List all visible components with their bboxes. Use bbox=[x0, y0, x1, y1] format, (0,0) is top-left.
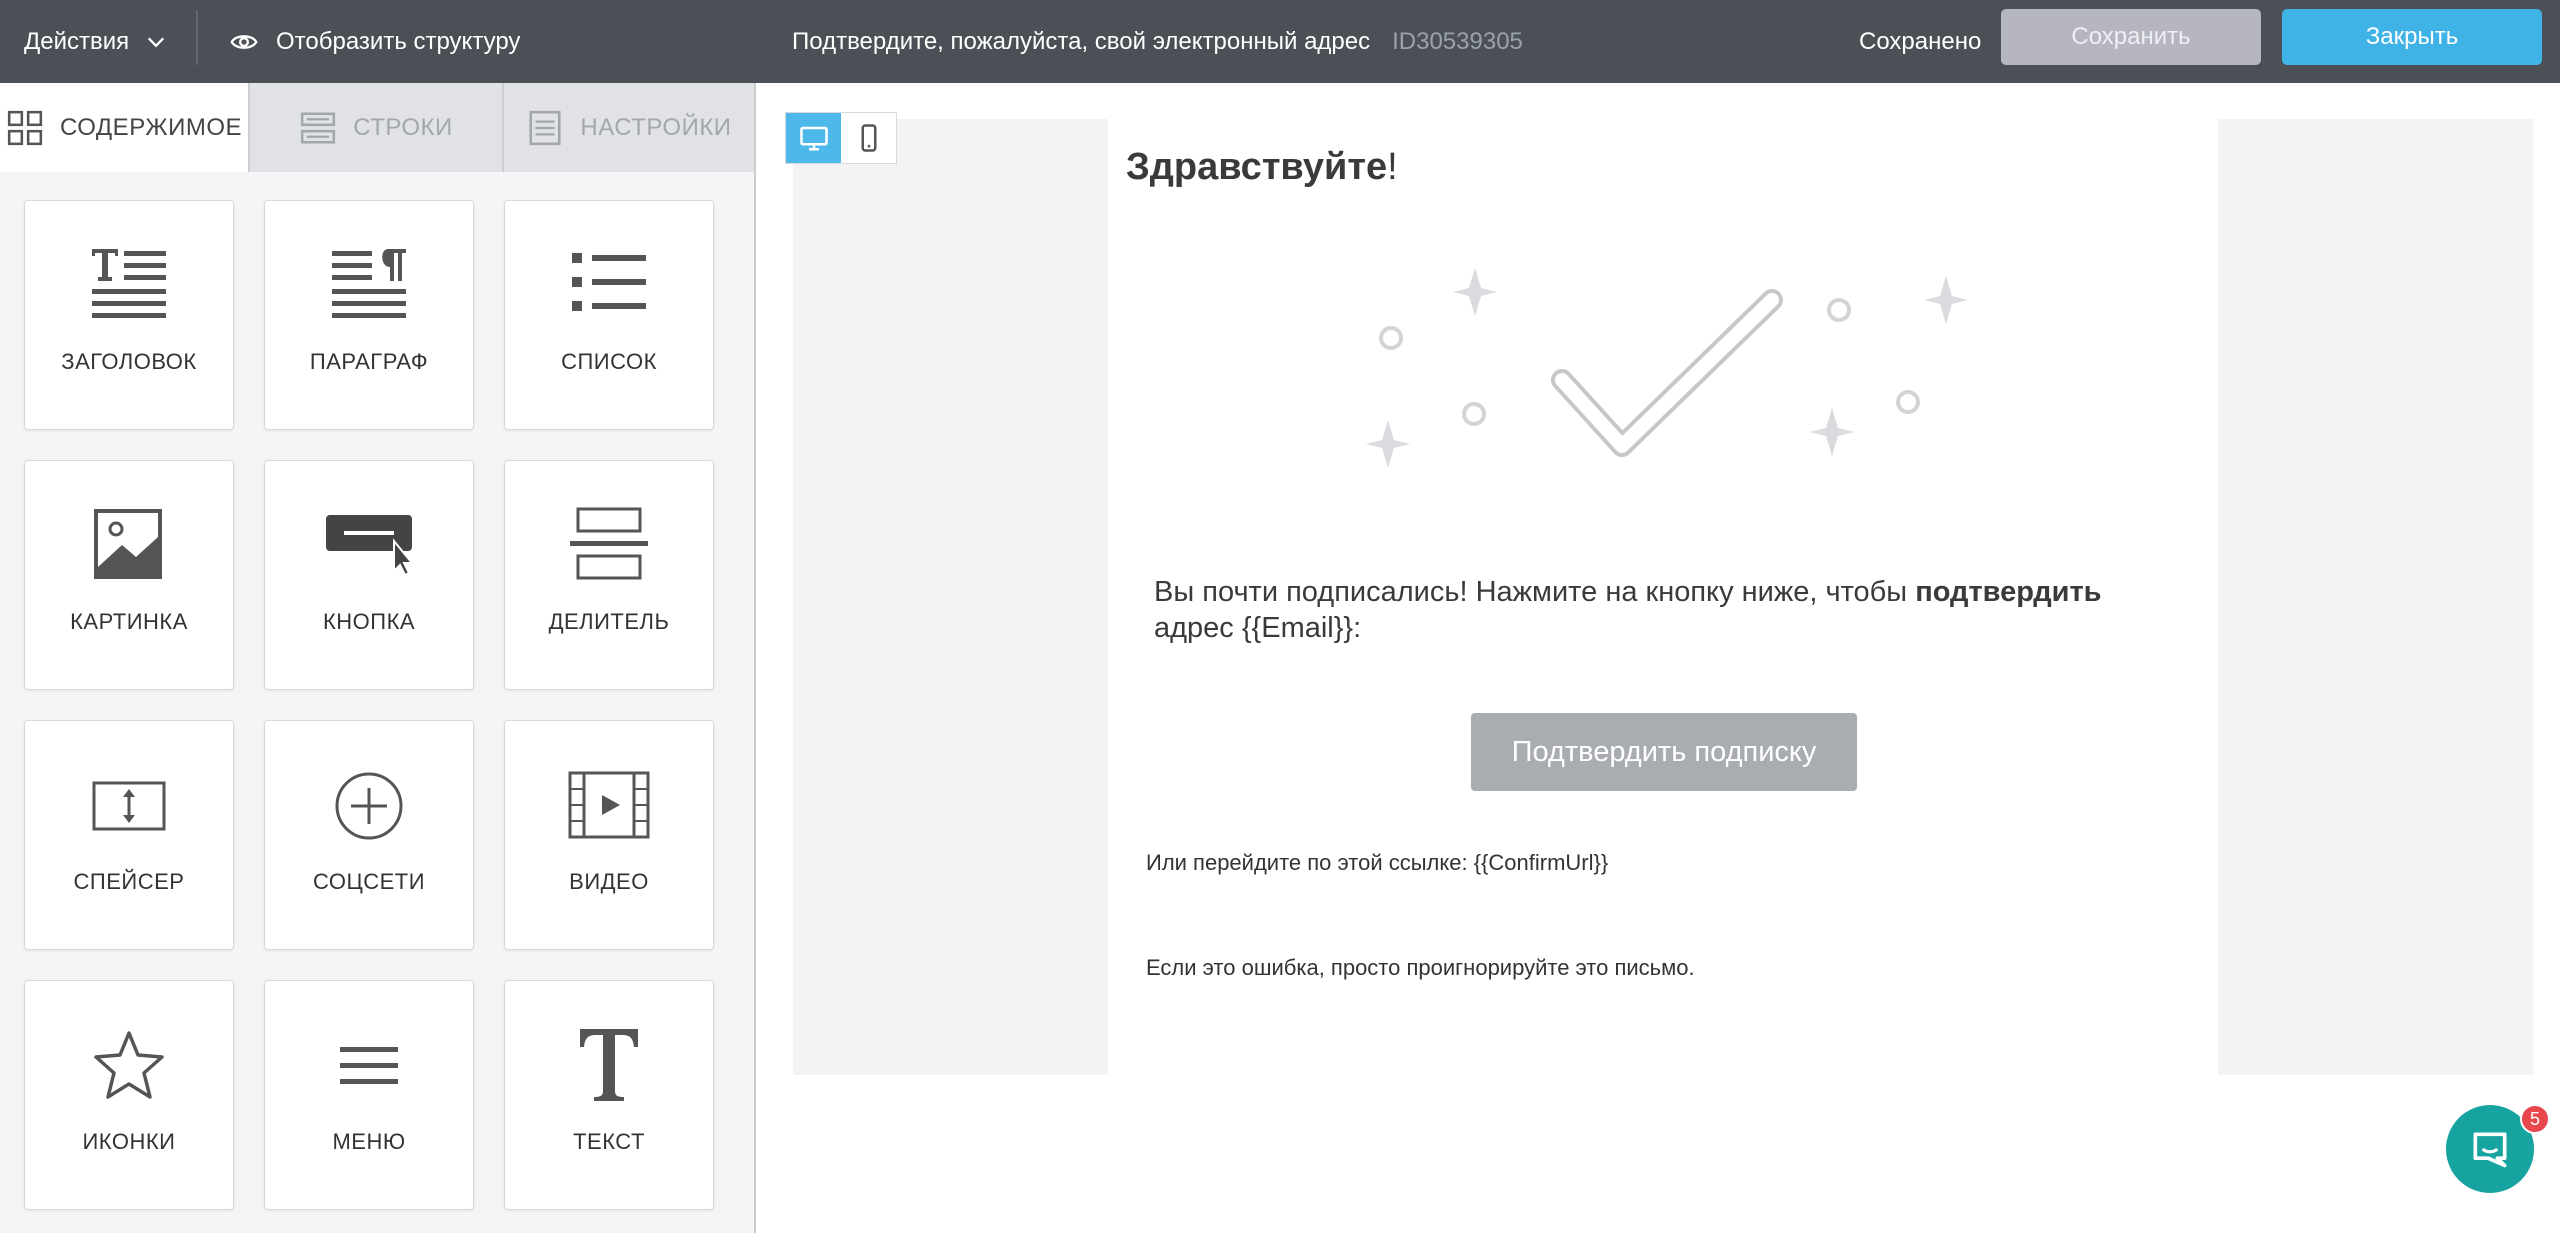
block-label: СПИСОК bbox=[561, 349, 657, 374]
block-icons[interactable]: ИКОНКИ bbox=[24, 980, 234, 1210]
block-heading[interactable]: ЗАГОЛОВОК bbox=[24, 200, 234, 430]
eye-icon bbox=[230, 34, 258, 49]
block-label: КНОПКА bbox=[322, 609, 416, 634]
document-id: ID30539305 bbox=[1392, 27, 1523, 55]
block-spacer[interactable]: СПЕЙСЕР bbox=[24, 720, 234, 950]
ignore-text[interactable]: Если это ошибка, просто проигнорируйте э… bbox=[1146, 955, 1695, 981]
checkmark-illustration bbox=[1366, 268, 1968, 468]
desktop-view-button[interactable] bbox=[786, 113, 841, 163]
content-blocks-grid: ЗАГОЛОВОК ПАРАГРАФ СПИСОК КАРТИНКА КНОПК… bbox=[24, 200, 716, 1210]
lead-text-2: адрес {{Email}}: bbox=[1154, 612, 1362, 644]
block-menu[interactable]: МЕНЮ bbox=[264, 980, 474, 1210]
mobile-icon bbox=[861, 124, 876, 152]
grid-icon bbox=[7, 110, 43, 145]
greeting-punct: ! bbox=[1387, 146, 1398, 188]
block-button[interactable]: КНОПКА bbox=[264, 460, 474, 690]
text-icon bbox=[580, 1029, 638, 1101]
list-icon bbox=[572, 253, 646, 311]
top-bar: Действия Отобразить структуру Подтвердит… bbox=[0, 0, 2560, 83]
greeting-text: Здравствуйте bbox=[1126, 146, 1388, 188]
rows-icon bbox=[301, 111, 336, 144]
tab-settings-label: НАСТРОЙКИ bbox=[580, 113, 732, 141]
image-icon bbox=[94, 509, 162, 579]
actions-dropdown[interactable]: Действия bbox=[24, 0, 167, 83]
unread-badge: 5 bbox=[2520, 1104, 2550, 1134]
lead-text-1: Вы почти подписались! Нажмите на кнопку … bbox=[1154, 576, 1916, 608]
block-image[interactable]: КАРТИНКА bbox=[24, 460, 234, 690]
document-title: Подтвердите, пожалуйста, свой электронны… bbox=[792, 0, 1523, 83]
device-toggle bbox=[785, 112, 897, 164]
email-greeting[interactable]: Здравствуйте! bbox=[1126, 146, 1398, 189]
spacer-icon bbox=[92, 781, 166, 831]
block-social[interactable]: СОЦСЕТИ bbox=[264, 720, 474, 950]
panel-tabs: СОДЕРЖИМОЕ СТРОКИ НАСТРОЙКИ bbox=[0, 83, 754, 172]
block-label: ВИДЕО bbox=[569, 869, 649, 894]
saved-status: Сохранено bbox=[1859, 27, 1982, 55]
heading-icon bbox=[92, 249, 166, 318]
email-lead-text[interactable]: Вы почти подписались! Нажмите на кнопку … bbox=[1154, 574, 2164, 646]
block-label: КАРТИНКА bbox=[70, 609, 188, 634]
tab-settings[interactable]: НАСТРОЙКИ bbox=[502, 83, 754, 172]
block-list[interactable]: СПИСОК bbox=[504, 200, 714, 430]
content-panel: СОДЕРЖИМОЕ СТРОКИ НАСТРОЙКИ ЗАГОЛОВОК ПА… bbox=[0, 83, 756, 1233]
block-divider[interactable]: ДЕЛИТЕЛЬ bbox=[504, 460, 714, 690]
save-button[interactable]: Сохранить bbox=[2001, 9, 2261, 65]
block-label: ТЕКСТ bbox=[573, 1129, 645, 1154]
block-label: ДЕЛИТЕЛЬ bbox=[548, 609, 670, 634]
block-label: МЕНЮ bbox=[332, 1129, 406, 1154]
chevron-down-icon bbox=[147, 36, 165, 47]
confirm-link-text[interactable]: Или перейдите по этой ссылке: {{ConfirmU… bbox=[1146, 850, 1608, 876]
video-icon bbox=[568, 771, 650, 839]
desktop-icon bbox=[799, 126, 828, 151]
star-icon bbox=[94, 1031, 164, 1099]
paragraph-icon bbox=[332, 249, 406, 318]
lead-text-bold: подтвердить bbox=[1915, 576, 2102, 608]
mobile-view-button[interactable] bbox=[841, 113, 896, 163]
confirm-subscription-button[interactable]: Подтвердить подписку bbox=[1471, 713, 1857, 791]
document-title-text: Подтвердите, пожалуйста, свой электронны… bbox=[792, 27, 1371, 55]
divider-icon bbox=[570, 507, 648, 580]
block-label: ЗАГОЛОВОК bbox=[61, 349, 197, 374]
actions-label: Действия bbox=[24, 27, 130, 55]
block-paragraph[interactable]: ПАРАГРАФ bbox=[264, 200, 474, 430]
close-button[interactable]: Закрыть bbox=[2282, 9, 2542, 65]
menu-icon bbox=[340, 1047, 398, 1084]
block-label: СОЦСЕТИ bbox=[312, 869, 426, 894]
settings-list-icon bbox=[529, 110, 561, 145]
block-label: ИКОНКИ bbox=[82, 1129, 176, 1154]
tab-rows-label: СТРОКИ bbox=[353, 113, 453, 141]
tab-content[interactable]: СОДЕРЖИМОЕ bbox=[0, 83, 248, 172]
block-text[interactable]: ТЕКСТ bbox=[504, 980, 714, 1210]
block-label: СПЕЙСЕР bbox=[73, 869, 185, 894]
social-icon bbox=[335, 772, 403, 840]
chat-icon bbox=[2473, 1132, 2507, 1168]
show-structure-label: Отобразить структуру bbox=[276, 27, 521, 55]
tab-content-label: СОДЕРЖИМОЕ bbox=[59, 113, 243, 141]
show-structure-toggle[interactable]: Отобразить структуру bbox=[230, 0, 520, 83]
block-label: ПАРАГРАФ bbox=[309, 349, 429, 374]
tab-rows[interactable]: СТРОКИ bbox=[248, 83, 502, 172]
button-icon bbox=[326, 515, 414, 577]
block-video[interactable]: ВИДЕО bbox=[504, 720, 714, 950]
toolbar-divider bbox=[196, 10, 198, 65]
